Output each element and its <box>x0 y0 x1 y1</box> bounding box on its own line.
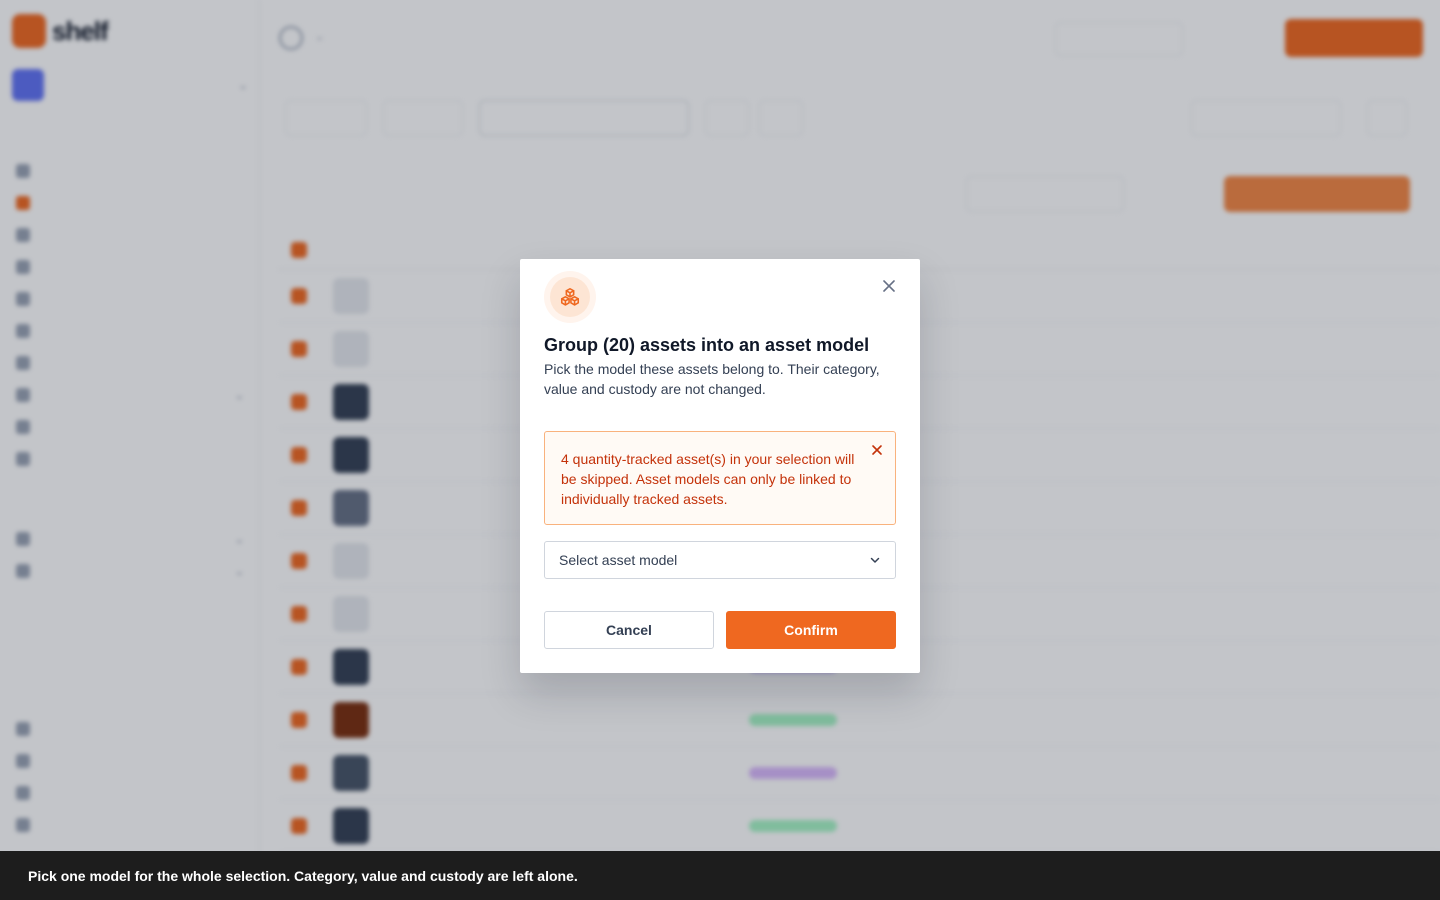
asset-model-select[interactable]: Select asset model <box>544 541 896 579</box>
dismiss-warning-button[interactable] <box>867 440 887 460</box>
close-button[interactable] <box>878 275 900 297</box>
chevron-down-icon <box>870 557 880 563</box>
group-asset-model-dialog: Group (20) assets into an asset model Pi… <box>520 259 920 673</box>
caption-bar: Pick one model for the whole selection. … <box>0 851 1440 900</box>
modal-description: Pick the model these assets belong to. T… <box>544 361 880 397</box>
modal-icon-badge <box>544 271 596 323</box>
cancel-button[interactable]: Cancel <box>544 611 714 649</box>
caption-text: Pick one model for the whole selection. … <box>28 867 578 884</box>
warning-text: 4 quantity-tracked asset(s) in your sele… <box>561 451 855 507</box>
close-icon <box>883 280 895 292</box>
close-icon <box>872 445 882 455</box>
asset-model-icon <box>560 287 580 306</box>
confirm-button[interactable]: Confirm <box>726 611 896 649</box>
quantity-tracked-warning: 4 quantity-tracked asset(s) in your sele… <box>544 431 896 525</box>
modal-title: Group (20) assets into an asset model <box>544 335 870 355</box>
asset-model-select-placeholder: Select asset model <box>559 552 678 568</box>
